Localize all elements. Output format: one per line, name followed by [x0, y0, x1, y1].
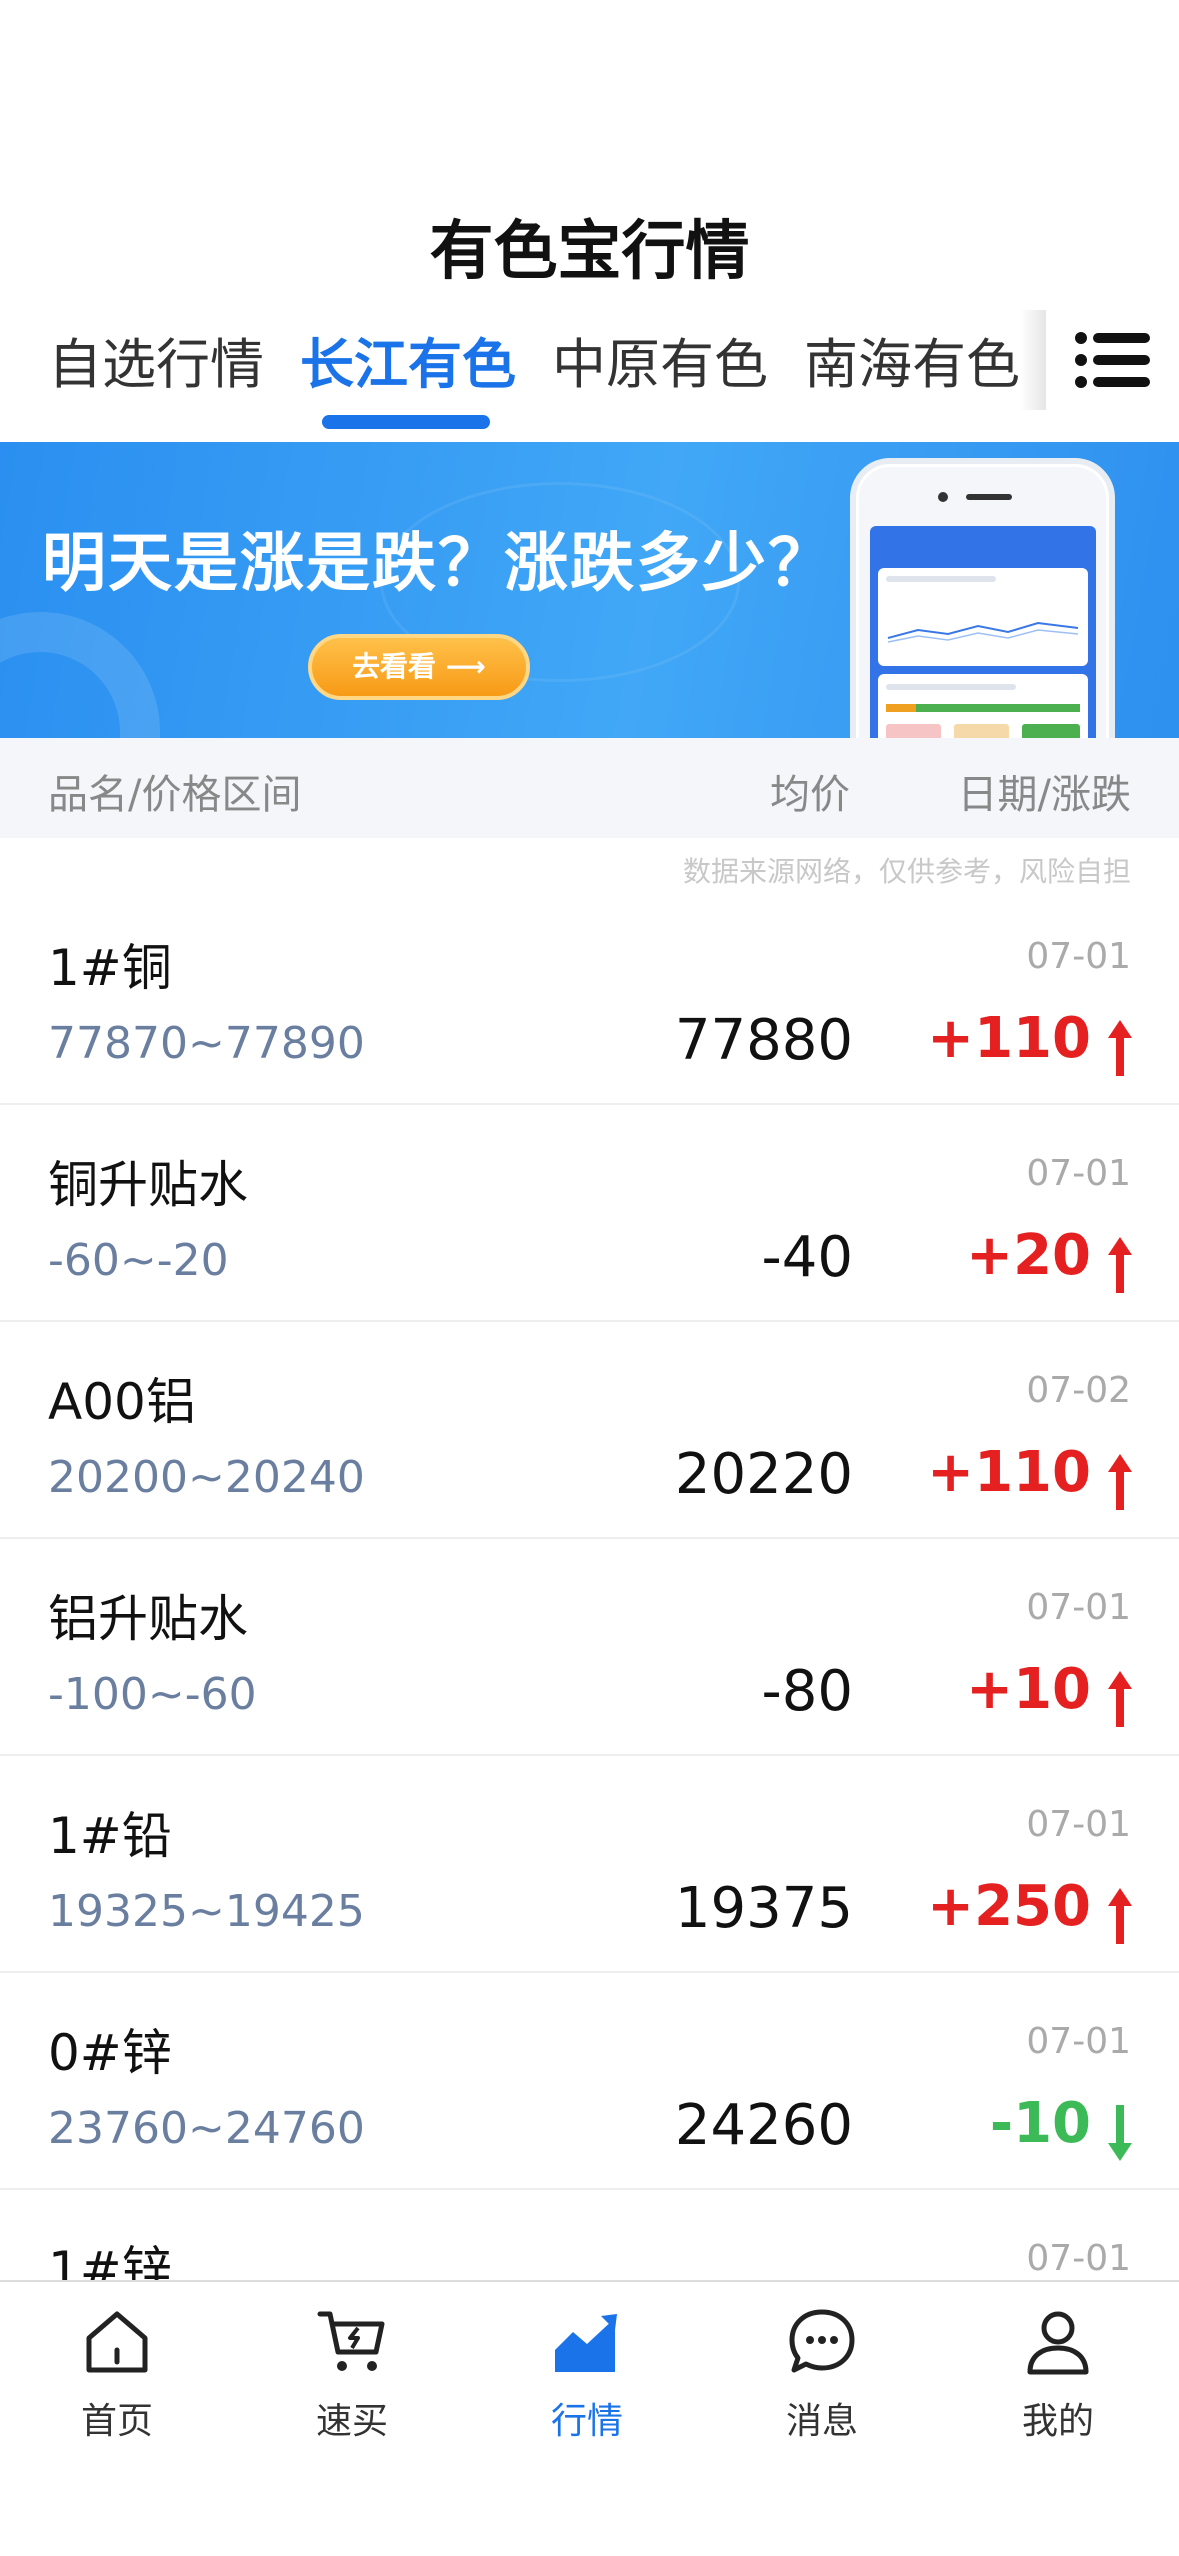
price-range: 23760~24760	[48, 2103, 365, 2154]
cart-icon	[317, 2311, 385, 2371]
tab-watchlist[interactable]: 自选行情	[48, 320, 264, 399]
market-chart-icon	[555, 2314, 617, 2372]
phone-illustration	[850, 458, 1115, 738]
column-average: 均价	[770, 772, 850, 818]
table-row[interactable]: 0#锌 07-01 23760~24760 24260 -10	[0, 1973, 1179, 2190]
bottom-tab-bar: 首页 速买 行情 消息 我的	[0, 2280, 1179, 2556]
quote-date: 07-01	[1026, 2021, 1131, 2062]
nav-label: 消息	[785, 2401, 858, 2442]
active-tab-indicator	[322, 415, 490, 429]
price-range: -100~-60	[48, 1669, 257, 1720]
table-header: 品名/价格区间 均价 日期/涨跌	[0, 738, 1179, 838]
home-icon	[86, 2311, 148, 2373]
phone-speaker	[966, 494, 1012, 500]
price-range: 20200~20240	[48, 1452, 365, 1503]
price-change: +110	[927, 1440, 1091, 1505]
phone-screen	[870, 526, 1096, 738]
price-range: 19325~19425	[48, 1886, 365, 1937]
nav-profile[interactable]: 我的	[978, 2306, 1138, 2444]
tab-scroll-fade	[1020, 310, 1046, 410]
column-date-change: 日期/涨跌	[957, 772, 1131, 818]
tab-zhongyuan[interactable]: 中原有色	[552, 320, 768, 399]
price-range: -60~-20	[48, 1235, 229, 1286]
market-tabs: 自选行情 长江有色 中原有色 南海有色	[0, 320, 1179, 440]
average-price: 19375	[674, 1876, 853, 1941]
column-name-range: 品名/价格区间	[48, 772, 302, 818]
table-row[interactable]: 1#铜 07-01 77870~77890 77880 +110	[0, 888, 1179, 1105]
nav-label: 我的	[1021, 2401, 1094, 2442]
table-row[interactable]: 1#铅 07-01 19325~19425 19375 +250	[0, 1756, 1179, 1973]
price-range: 77870~77890	[48, 1018, 365, 1069]
nav-label: 行情	[550, 2401, 623, 2442]
arrow-up-icon	[1108, 1888, 1132, 1944]
phone-card	[878, 568, 1088, 666]
price-change: +10	[966, 1657, 1091, 1722]
banner-decoration	[0, 612, 160, 738]
menu-list-icon[interactable]	[1075, 330, 1150, 390]
average-price: -80	[761, 1659, 853, 1724]
banner-go-button[interactable]: 去看看 ⟶	[308, 634, 530, 700]
quote-date: 07-01	[1026, 936, 1131, 977]
quote-date: 07-01	[1026, 1153, 1131, 1194]
product-name: 0#锌	[48, 2024, 172, 2082]
mini-line-chart-icon	[886, 576, 1079, 643]
table-row[interactable]: 铝升贴水 07-01 -100~-60 -80 +10	[0, 1539, 1179, 1756]
arrow-up-icon	[1108, 1020, 1132, 1076]
table-row[interactable]: 铜升贴水 07-01 -60~-20 -40 +20	[0, 1105, 1179, 1322]
arrow-up-icon	[1108, 1237, 1132, 1293]
quote-date: 07-01	[1026, 2238, 1131, 2279]
average-price: -40	[761, 1225, 853, 1290]
quote-date: 07-02	[1026, 1370, 1131, 1411]
average-price: 20220	[674, 1442, 853, 1507]
product-name: 铝升贴水	[48, 1590, 248, 1648]
arrow-up-icon	[1108, 1454, 1132, 1510]
price-change: +20	[966, 1223, 1091, 1288]
price-change: -10	[989, 2091, 1091, 2156]
phone-card	[878, 674, 1088, 738]
table-row[interactable]: A00铝 07-02 20200~20240 20220 +110	[0, 1322, 1179, 1539]
message-icon	[789, 2309, 855, 2373]
arrow-down-icon	[1108, 2105, 1132, 2161]
nav-quick-buy[interactable]: 速买	[272, 2306, 432, 2444]
nav-label: 首页	[80, 2401, 153, 2442]
average-price: 24260	[674, 2093, 853, 2158]
data-disclaimer: 数据来源网络，仅供参考，风险自担	[682, 855, 1131, 888]
page-title: 有色宝行情	[429, 215, 750, 289]
phone-camera	[938, 492, 948, 502]
quote-date: 07-01	[1026, 1804, 1131, 1845]
banner-headline: 明天是涨是跌？涨跌多少？	[42, 527, 834, 601]
nav-messages[interactable]: 消息	[742, 2306, 902, 2444]
price-change: +250	[927, 1874, 1091, 1939]
product-name: A00铝	[48, 1373, 196, 1431]
price-change: +110	[927, 1006, 1091, 1071]
tab-changjiang[interactable]: 长江有色	[300, 320, 516, 399]
arrow-up-icon	[1108, 1671, 1132, 1727]
average-price: 77880	[674, 1008, 853, 1073]
tab-nanhai[interactable]: 南海有色	[804, 320, 1020, 399]
quote-date: 07-01	[1026, 1587, 1131, 1628]
mini-vote-bar-icon	[886, 684, 1080, 738]
product-name: 1#铜	[48, 939, 172, 997]
product-name: 铜升贴水	[48, 1156, 248, 1214]
profile-icon	[1027, 2311, 1089, 2375]
nav-market[interactable]: 行情	[507, 2306, 667, 2444]
product-name: 1#铅	[48, 1807, 172, 1865]
promo-banner[interactable]: 明天是涨是跌？涨跌多少？ 去看看 ⟶	[0, 442, 1179, 738]
nav-label: 速买	[315, 2401, 388, 2442]
nav-home[interactable]: 首页	[37, 2306, 197, 2444]
